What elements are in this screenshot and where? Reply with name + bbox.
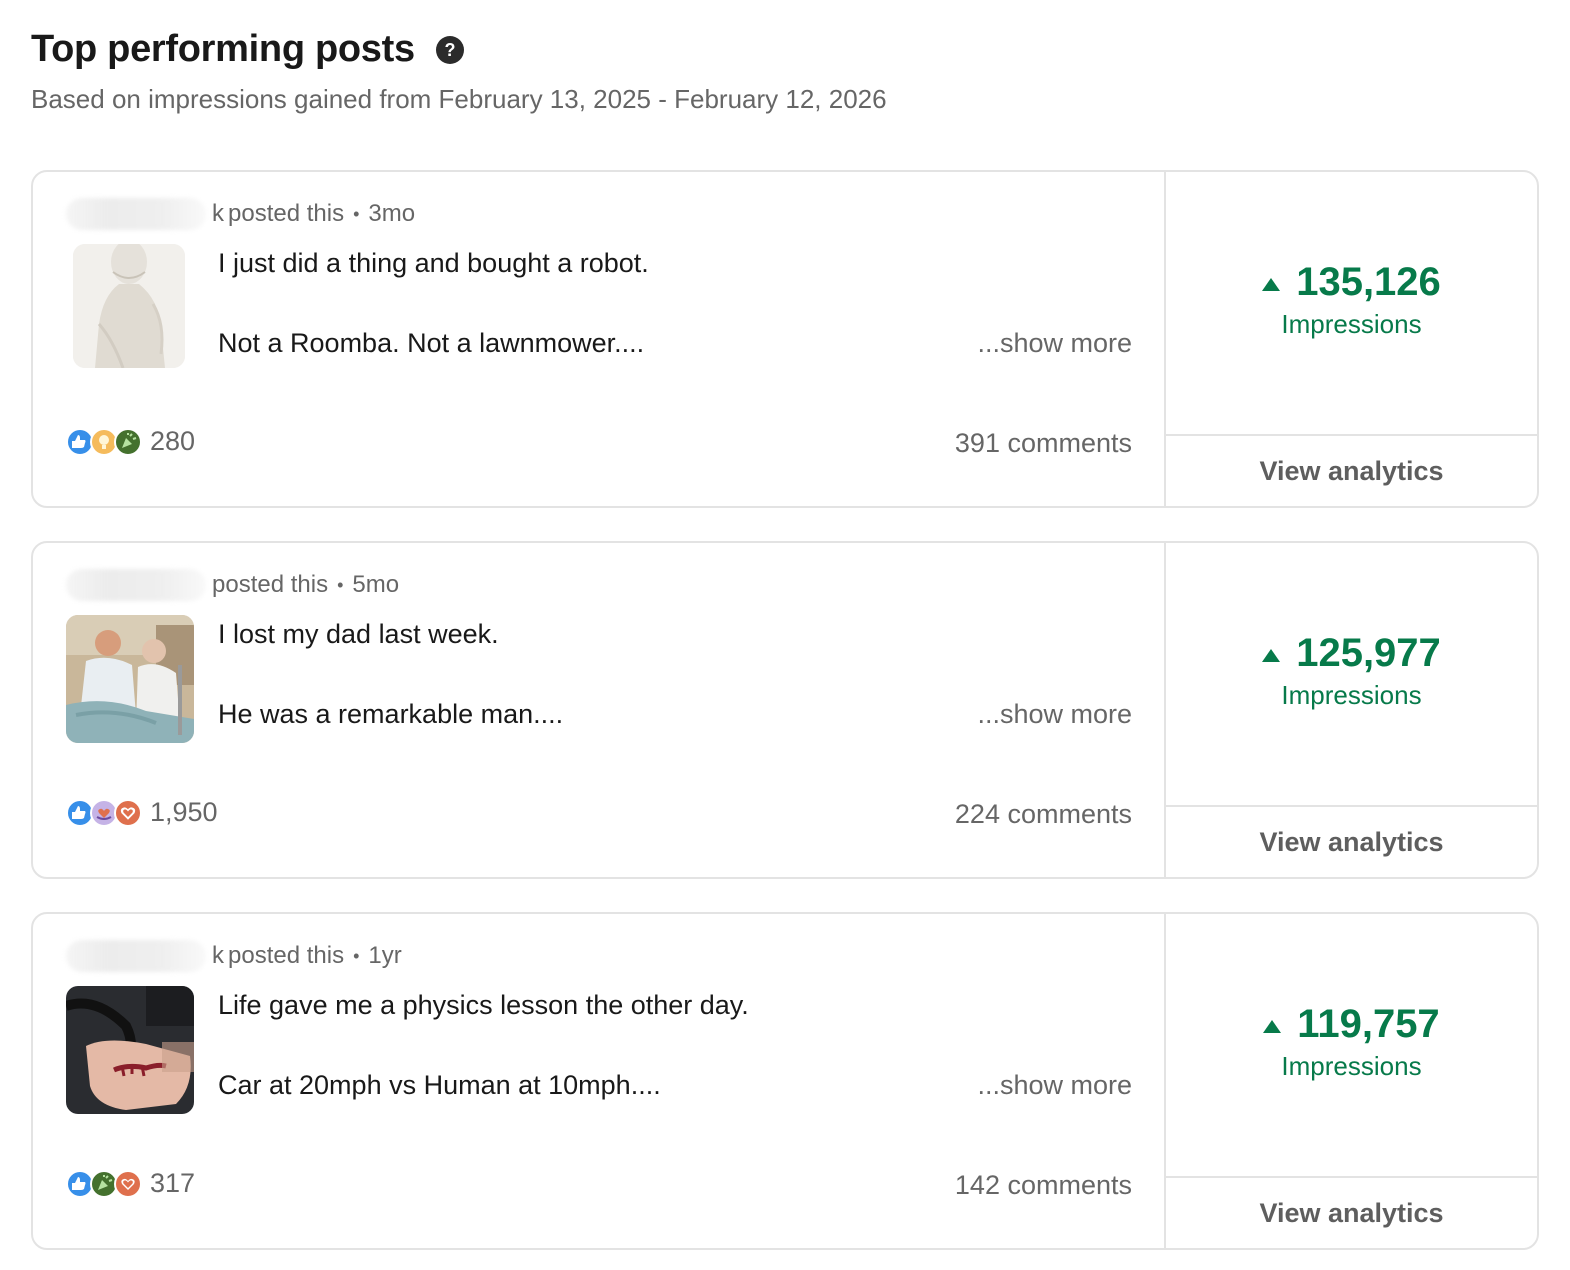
reaction-count: 280 [150,426,196,456]
impressions-value: 119,757 [1297,1002,1440,1046]
injured-hand-photo [66,986,194,1114]
comment-count[interactable]: 224 comments [955,799,1132,830]
dot-separator: • [337,574,344,595]
impressions-block: 135,126 Impressions [1166,260,1537,340]
post-age: 1yr [368,942,402,969]
page-title: Top performing posts [31,28,415,70]
post-card: k posted this • 3mo I just did a thing a… [31,170,1539,508]
comment-count[interactable]: 391 comments [955,428,1132,459]
post-content[interactable]: k posted this • 1yr Life gave me a physi… [33,914,1164,1248]
help-icon[interactable]: ? [435,35,465,65]
impressions-value: 125,977 [1296,631,1441,675]
redacted-author-name [66,198,206,230]
posted-label: posted this [212,571,329,598]
post-meta: k posted this • 1yr [66,940,402,972]
celebrate-icon [114,427,142,456]
posted-label: posted this [228,942,345,969]
impressions-row: 119,757 [1166,1002,1537,1047]
view-analytics-button[interactable]: View analytics [1166,805,1537,877]
comment-count[interactable]: 142 comments [955,1170,1132,1201]
impressions-label: Impressions [1281,680,1422,710]
reaction-count: 317 [150,1168,196,1198]
redacted-author-name [66,940,206,972]
post-thumbnail[interactable] [66,615,194,743]
post-card: posted this • 5mo I lost my dad last wee… [31,541,1539,879]
show-more-link[interactable]: ...show more [977,328,1132,359]
post-text-line1: I just did a thing and bought a robot. [218,248,649,278]
posted-label: posted this [228,200,345,227]
post-meta: k posted this • 3mo [66,198,415,230]
show-more-link[interactable]: ...show more [977,699,1132,730]
up-arrow-icon [1262,649,1281,662]
author-suffix: k [212,942,224,969]
reactions-summary[interactable]: 317 [66,1168,195,1199]
impressions-panel: 119,757 Impressions View analytics [1164,914,1537,1248]
author-suffix: k [212,200,224,227]
post-age: 3mo [368,200,416,227]
post-age: 5mo [352,571,400,598]
date-range-subtitle: Based on impressions gained from Februar… [31,84,887,114]
post-thumbnail[interactable] [73,244,185,368]
dot-separator: • [353,945,360,966]
impressions-row: 125,977 [1166,631,1537,676]
reaction-count: 1,950 [150,797,218,827]
post-content[interactable]: posted this • 5mo I lost my dad last wee… [33,543,1164,877]
title-row: Top performing posts ? [31,28,465,71]
impressions-row: 135,126 [1166,260,1537,305]
up-arrow-icon [1262,278,1281,291]
post-content[interactable]: k posted this • 3mo I just did a thing a… [33,172,1164,506]
impressions-block: 125,977 Impressions [1166,631,1537,711]
impressions-panel: 125,977 Impressions View analytics [1164,543,1537,877]
post-thumbnail[interactable] [66,986,194,1114]
post-meta: posted this • 5mo [66,569,399,601]
view-analytics-button[interactable]: View analytics [1166,1176,1537,1248]
impressions-panel: 135,126 Impressions View analytics [1164,172,1537,506]
reactions-summary[interactable]: 1,950 [66,797,218,828]
post-text-line2: Car at 20mph vs Human at 10mph.... [218,1070,661,1100]
redacted-author-name [66,569,206,601]
impressions-label: Impressions [1281,1051,1422,1081]
page-header: Top performing posts ? [31,28,465,71]
love-icon [114,798,142,827]
hospital-photo [66,615,194,743]
show-more-link[interactable]: ...show more [977,1070,1132,1101]
post-text-line1: I lost my dad last week. [218,619,499,649]
robot-image [73,244,185,368]
post-card: k posted this • 1yr Life gave me a physi… [31,912,1539,1250]
post-text-line2: Not a Roomba. Not a lawnmower.... [218,328,645,358]
impressions-block: 119,757 Impressions [1166,1002,1537,1082]
impressions-value: 135,126 [1296,260,1441,304]
svg-text:?: ? [444,40,455,60]
up-arrow-icon [1263,1020,1282,1033]
post-text-line1: Life gave me a physics lesson the other … [218,990,749,1020]
love-icon [114,1169,142,1198]
impressions-label: Impressions [1281,309,1422,339]
reactions-summary[interactable]: 280 [66,426,195,457]
dot-separator: • [353,203,360,224]
post-text-line2: He was a remarkable man.... [218,699,564,729]
view-analytics-button[interactable]: View analytics [1166,434,1537,506]
